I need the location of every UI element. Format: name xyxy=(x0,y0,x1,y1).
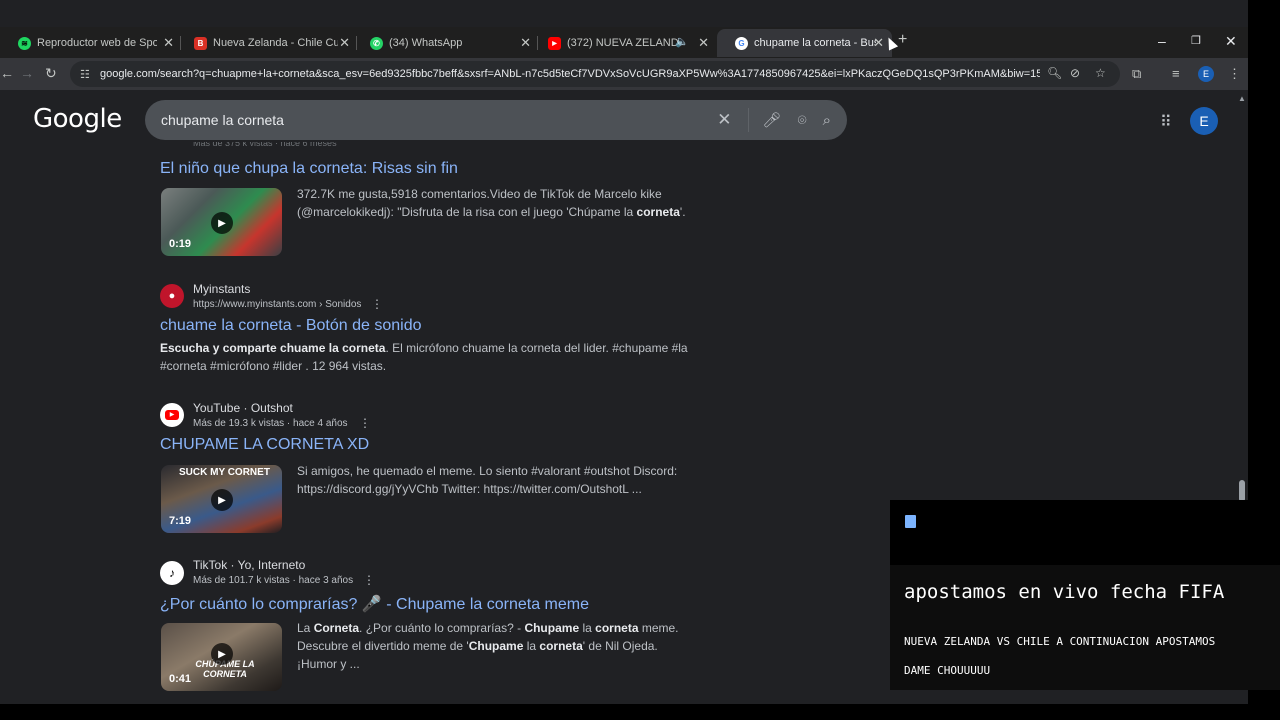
result-title-link[interactable]: El niño que chupa la corneta: Risas sin … xyxy=(160,160,458,178)
google-icon: G xyxy=(735,36,748,50)
result-title-link[interactable]: CHUPAME LA CORNETA XD xyxy=(160,436,369,454)
thumbnail-caption: SUCK MY CORNET xyxy=(179,467,270,478)
result-title-link[interactable]: chuame la corneta - Botón de sonido xyxy=(160,317,422,335)
spotify-icon: ≋ xyxy=(18,36,31,50)
site-info-icon[interactable]: ☷ xyxy=(80,68,92,81)
betting-site-icon: B xyxy=(194,36,207,50)
reload-icon[interactable]: ↻ xyxy=(45,65,57,82)
bookmark-star-icon[interactable]: ☆ xyxy=(1095,66,1106,80)
forward-icon[interactable]: → xyxy=(20,65,34,81)
zoom-icon[interactable]: 🔍︎ xyxy=(1047,66,1062,80)
play-icon: ▶ xyxy=(211,489,233,511)
tab-nueva-zelanda-cuotas[interactable]: B Nueva Zelanda - Chile Cuotas d ✕ xyxy=(176,29,357,57)
overlay-title: apostamos en vivo fecha FIFA xyxy=(904,581,1225,603)
result-snippet: Si amigos, he quemado el meme. Lo siento… xyxy=(297,464,678,496)
result-meta: Más de 101.7 k vistas · hace 3 años xyxy=(193,575,354,586)
close-icon[interactable]: ✕ xyxy=(339,35,350,51)
speaker-icon[interactable]: 🔈 xyxy=(675,35,689,48)
search-query[interactable]: chupame la corneta xyxy=(161,112,717,128)
url-text: google.com/search?q=chuapme+la+corneta&s… xyxy=(100,68,1040,80)
result-snippet: La Corneta. ¿Por cuánto lo comprarías? -… xyxy=(297,621,679,671)
more-options-icon[interactable]: ⋮ xyxy=(359,416,371,430)
site-name[interactable]: YouTube · Outshot xyxy=(193,401,293,415)
tab-strip: ≋ Reproductor web de Spotify: m ✕ B Nuev… xyxy=(0,27,1248,58)
new-tab-icon[interactable]: + xyxy=(898,31,907,49)
video-thumbnail[interactable]: CHÚPAME LA CORNETA ▶ 0:41 xyxy=(161,623,282,691)
video-duration: 0:41 xyxy=(169,673,192,685)
tab-whatsapp[interactable]: ✆ (34) WhatsApp ✕ xyxy=(352,29,538,57)
video-duration: 7:19 xyxy=(169,515,192,527)
tab-label: (34) WhatsApp xyxy=(389,37,463,49)
account-avatar[interactable]: E xyxy=(1190,107,1218,135)
more-options-icon[interactable]: ⋮ xyxy=(363,573,375,587)
microphone-icon[interactable]: 🎤︎ xyxy=(763,111,782,129)
site-name[interactable]: Myinstants xyxy=(193,282,250,296)
tracking-protection-icon[interactable]: ⊘ xyxy=(1070,66,1080,80)
play-icon: ▶ xyxy=(211,212,233,234)
scroll-thumb[interactable] xyxy=(1239,480,1245,502)
extensions-icon[interactable]: ⧉ xyxy=(1132,66,1141,82)
result-snippet: Escucha y comparte chuame la corneta. El… xyxy=(160,341,688,373)
back-icon[interactable]: ← xyxy=(0,65,14,81)
window-close-icon[interactable]: ✕ xyxy=(1225,33,1237,50)
google-logo[interactable]: Google xyxy=(33,104,122,134)
close-icon[interactable]: ✕ xyxy=(163,35,174,51)
overlay-line: DAME CHOUUUUU xyxy=(904,664,991,677)
clear-icon[interactable]: ✕ xyxy=(717,110,731,130)
tab-google-search[interactable]: G chupame la corneta - Buscar co ✕ xyxy=(717,29,892,57)
play-icon: ▶ xyxy=(211,643,233,665)
result-title-link[interactable]: ¿Por cuánto lo comprarías? 🎤 - Chupame l… xyxy=(160,594,589,614)
media-controls-icon[interactable]: ≡ xyxy=(1172,66,1180,81)
tab-label: Reproductor web de Spotify: m xyxy=(37,37,157,49)
profile-avatar[interactable]: E xyxy=(1198,66,1214,82)
video-duration: 0:19 xyxy=(169,238,192,250)
address-bar[interactable]: ☷ google.com/search?q=chuapme+la+corneta… xyxy=(70,61,1120,87)
result-snippet: 372.7K me gusta,5918 comentarios.Video d… xyxy=(297,187,686,219)
tab-youtube[interactable]: ▶ (372) NUEVA ZELANDA vs C 🔈 ✕ xyxy=(530,29,715,57)
video-thumbnail[interactable]: ▶ 0:19 xyxy=(161,188,282,256)
browser-toolbar: ← → ↻ ☷ google.com/search?q=chuapme+la+c… xyxy=(0,58,1248,90)
overlay-line: NUEVA ZELANDA VS CHILE A CONTINUACION AP… xyxy=(904,635,1216,648)
tiktok-icon: ♪ xyxy=(160,561,184,585)
overlay-text-box: apostamos en vivo fecha FIFA NUEVA ZELAN… xyxy=(890,565,1280,690)
youtube-icon: ▶ xyxy=(548,36,561,50)
site-url[interactable]: https://www.myinstants.com › Sonidos xyxy=(193,299,361,310)
restore-icon[interactable]: ❐ xyxy=(1191,34,1201,47)
search-input[interactable]: chupame la corneta ✕ 🎤︎ ⌾ ⌕ xyxy=(145,100,847,140)
tab-label: Nueva Zelanda - Chile Cuotas d xyxy=(213,37,338,49)
site-name[interactable]: TikTok · Yo, Internetо xyxy=(193,558,305,572)
tab-label: (372) NUEVA ZELANDA vs C xyxy=(567,37,679,49)
close-icon[interactable]: ✕ xyxy=(698,35,709,51)
scroll-up-icon[interactable]: ▲ xyxy=(1238,94,1246,103)
myinstants-icon: ● xyxy=(160,284,184,308)
result-meta: Más de 375 k vistas · hace 6 meses xyxy=(193,142,337,147)
more-options-icon[interactable]: ⋮ xyxy=(371,297,383,311)
tab-spotify[interactable]: ≋ Reproductor web de Spotify: m ✕ xyxy=(0,29,181,57)
lens-camera-icon[interactable]: ⌾ xyxy=(798,112,807,129)
apps-grid-icon[interactable]: ⠿ xyxy=(1160,112,1172,132)
close-icon[interactable]: ✕ xyxy=(873,35,884,51)
youtube-icon: ▶ xyxy=(160,403,184,427)
search-icon[interactable]: ⌕ xyxy=(823,112,831,129)
video-thumbnail[interactable]: SUCK MY CORNET ▶ 7:19 xyxy=(161,465,282,533)
stream-overlay: apostamos en vivo fecha FIFA NUEVA ZELAN… xyxy=(890,500,1280,690)
menu-icon[interactable]: ⋮ xyxy=(1228,66,1241,82)
tab-label: chupame la corneta - Buscar co xyxy=(754,37,876,49)
result-meta: Más de 19.3 k vistas · hace 4 años xyxy=(193,418,348,429)
whatsapp-icon: ✆ xyxy=(370,36,383,50)
notepad-icon xyxy=(905,515,916,528)
minimize-icon[interactable]: – xyxy=(1158,33,1166,49)
